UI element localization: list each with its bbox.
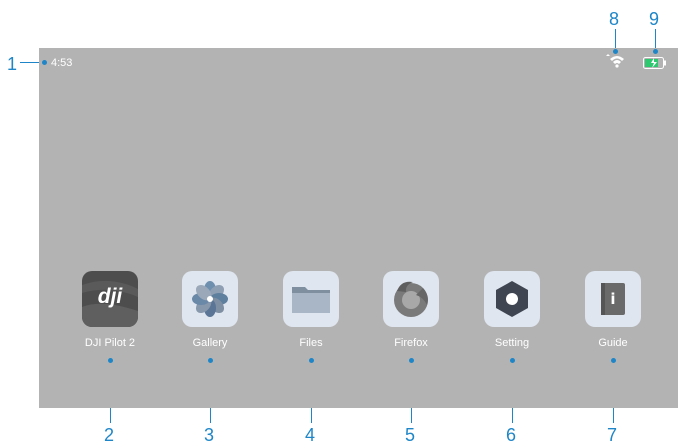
app-label: Guide (598, 337, 628, 349)
callout-dot-8 (613, 49, 618, 54)
firefox-icon (383, 271, 439, 327)
callout-dot-9 (653, 49, 658, 54)
dji-logo-text: dji (97, 285, 123, 308)
callout-1: 1 (7, 54, 18, 74)
callout-6: 6 (506, 425, 517, 445)
callout-dot-4 (309, 358, 314, 363)
settings-hexagon-icon (484, 271, 540, 327)
callout-dot-3 (208, 358, 213, 363)
app-files[interactable]: Files (271, 271, 351, 349)
gallery-icon (182, 271, 238, 327)
status-time: 4:53 (51, 57, 73, 69)
app-dji-pilot-2[interactable]: dji DJI Pilot 2 (70, 271, 150, 349)
app-label: Files (299, 337, 323, 349)
callout-3: 3 (204, 425, 215, 445)
callout-2: 2 (104, 425, 115, 445)
app-guide[interactable]: i Guide (573, 271, 653, 349)
folder-icon (283, 271, 339, 327)
app-gallery[interactable]: Gallery (170, 271, 250, 349)
callout-dot-7 (611, 358, 616, 363)
app-label: Gallery (192, 337, 228, 349)
callout-7: 7 (607, 425, 618, 445)
callout-dot-2 (108, 358, 113, 363)
dji-pilot-icon: dji (82, 271, 138, 327)
callout-dot-5 (409, 358, 414, 363)
callout-dot-1 (42, 60, 47, 65)
app-label: Setting (494, 337, 530, 349)
app-label: DJI Pilot 2 (84, 337, 136, 349)
signal-icon[interactable] (605, 54, 625, 68)
app-setting[interactable]: Setting (472, 271, 552, 349)
home-screen: 4:53 dji DJI Pilot 2 Gallery Files Firef… (39, 48, 678, 408)
guide-icon: i (585, 271, 641, 327)
callout-dot-6 (510, 358, 515, 363)
callout-5: 5 (405, 425, 416, 445)
callout-4: 4 (305, 425, 316, 445)
callout-8: 8 (609, 9, 620, 29)
app-firefox[interactable]: Firefox (371, 271, 451, 349)
callout-9: 9 (649, 9, 660, 29)
battery-icon[interactable] (643, 56, 667, 69)
app-label: Firefox (394, 337, 428, 349)
guide-glyph: i (610, 290, 616, 308)
